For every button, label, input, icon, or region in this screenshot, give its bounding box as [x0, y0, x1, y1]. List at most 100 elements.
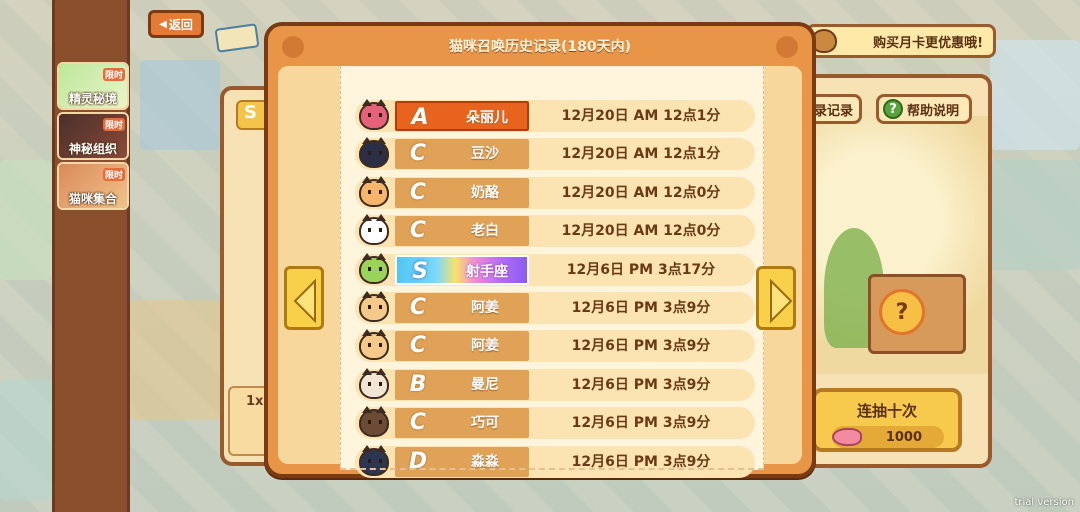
draw-ten-cost-value: 1000	[885, 429, 922, 445]
back-button[interactable]: ◀ 返回	[148, 10, 204, 38]
summon-history-modal: 猫咪召唤历史记录(180天内) A 朵丽儿 12月20日 AM 12点1分 C 豆沙 12…	[264, 22, 816, 478]
cat-eyes	[368, 420, 382, 425]
rank-name-box: C 阿姜	[395, 331, 529, 362]
trial-version-label: trial version	[1014, 497, 1074, 508]
arrow-right-icon	[770, 278, 793, 324]
sidebar-item-label: 精灵秘境	[68, 92, 117, 106]
history-row: C 老白 12月20日 AM 12点0分	[355, 214, 755, 248]
cat-name: 阿姜	[471, 338, 499, 355]
sidebar-item-cat-gathering[interactable]: 限时 猫咪集合	[57, 162, 129, 210]
rank-letter: C	[409, 179, 427, 205]
cat-eyes	[368, 343, 382, 348]
history-row: C 阿姜 12月6日 PM 3点9分	[355, 291, 755, 324]
cat-name: 奶酪	[471, 184, 499, 201]
cat-eyes	[368, 458, 382, 463]
summon-time: 12月6日 PM 3点9分	[571, 338, 711, 355]
summon-time: 12月20日 AM 12点1分	[561, 146, 721, 163]
background-building	[990, 40, 1080, 150]
sidebar-item-spirit-realm[interactable]: 限时 精灵秘境	[57, 62, 129, 110]
summon-time: 12月6日 PM 3点9分	[571, 453, 711, 470]
summon-time: 12月6日 PM 3点17分	[566, 261, 716, 278]
rank-name-box: A 朵丽儿	[395, 101, 529, 131]
modal-title: 猫咪召唤历史记录(180天内)	[282, 32, 798, 62]
mystery-box: ?	[868, 274, 966, 354]
left-sidebar: 限时 精灵秘境 限时 神秘组织 限时 猫咪集合	[52, 0, 130, 512]
draw-ten-label: 连抽十次	[856, 402, 917, 420]
history-row: D 淼淼 12月6日 PM 3点9分	[355, 444, 755, 478]
cat-name: 豆沙	[471, 146, 499, 163]
list-divider	[340, 468, 764, 470]
rank-letter: S	[412, 258, 428, 284]
cat-name: 巧可	[471, 415, 499, 432]
cat-name: 淼淼	[471, 453, 499, 470]
single-draw-label: 1x	[246, 394, 264, 409]
cat-avatar-icon	[359, 214, 389, 246]
history-row: C 阿姜 12月6日 PM 3点9分	[355, 329, 755, 363]
fish-icon	[832, 428, 862, 446]
draw-ten-button[interactable]: 连抽十次 1000	[812, 388, 962, 452]
rank-letter: C	[409, 410, 427, 436]
history-row: S 射手座 12月6日 PM 3点17分	[355, 252, 755, 286]
cat-eyes	[368, 381, 382, 386]
rank-letter: C	[409, 141, 427, 167]
next-page-button[interactable]	[756, 266, 796, 330]
cat-name: 老白	[471, 223, 499, 240]
modal-body: A 朵丽儿 12月20日 AM 12点1分 C 豆沙 12月20日 AM 12点1分 C 奶酪…	[278, 66, 802, 478]
cat-avatar-icon	[359, 252, 389, 284]
summon-time: 12月6日 PM 3点9分	[571, 376, 711, 393]
rank-name-box: C 老白	[395, 216, 529, 247]
history-row: A 朵丽儿 12月20日 AM 12点1分	[355, 99, 755, 132]
rank-letter: C	[409, 295, 427, 320]
cat-avatar-icon	[359, 137, 389, 169]
sidebar-item-secret-org[interactable]: 限时 神秘组织	[57, 112, 129, 160]
help-button[interactable]: ? 帮助说明	[876, 94, 972, 124]
background-building	[0, 380, 52, 500]
cat-name: 阿姜	[471, 300, 499, 316]
summon-time: 12月20日 AM 12点0分	[561, 184, 721, 201]
cat-avatar-icon	[359, 367, 389, 399]
summon-time: 12月6日 PM 3点9分	[571, 415, 711, 432]
rank-name-box: D 淼淼	[395, 446, 529, 477]
help-icon: ?	[883, 99, 903, 119]
history-list[interactable]: A 朵丽儿 12月20日 AM 12点1分 C 豆沙 12月20日 AM 12点1分 C 奶酪…	[340, 66, 764, 478]
cat-eyes	[368, 266, 382, 271]
cat-eyes	[368, 305, 382, 309]
summon-time: 12月6日 PM 3点9分	[571, 300, 711, 316]
cat-eyes	[368, 113, 382, 117]
monthly-card-banner[interactable]: 购买月卡更优惠哦!	[806, 24, 996, 58]
prev-page-button[interactable]	[284, 266, 324, 330]
cat-avatar-icon	[359, 99, 389, 130]
question-mark-icon: ?	[879, 289, 925, 335]
sidebar-item-label: 神秘组织	[68, 142, 117, 156]
limited-badge: 限时	[102, 118, 125, 131]
history-row: C 豆沙 12月20日 AM 12点1分	[355, 137, 755, 171]
background-building	[990, 160, 1080, 270]
cat-avatar-icon	[359, 329, 389, 361]
cat-eyes	[368, 189, 382, 194]
cat-name: 曼尼	[471, 376, 499, 393]
rank-name-box: B 曼尼	[395, 369, 529, 400]
monthly-card-label: 购买月卡更优惠哦!	[873, 35, 983, 51]
cat-eyes	[368, 228, 382, 233]
rank-name-box: C 阿姜	[395, 293, 529, 323]
limited-badge: 限时	[102, 68, 125, 81]
background-building	[0, 160, 52, 280]
rank-letter: B	[409, 371, 427, 397]
rank-letter: C	[409, 218, 427, 244]
summon-time: 12月20日 AM 12点0分	[561, 223, 721, 240]
cat-avatar-icon	[359, 291, 389, 322]
limited-badge: 限时	[102, 168, 125, 181]
rank-name-box: C 奶酪	[395, 177, 529, 208]
record-label: 录记录	[813, 103, 853, 119]
cat-avatar-icon	[359, 406, 389, 438]
background-building	[130, 300, 220, 420]
cat-avatar-icon	[359, 444, 389, 476]
background-building	[140, 60, 220, 150]
back-label: 返回	[168, 17, 193, 32]
rank-letter: D	[408, 448, 428, 474]
cat-name: 朵丽儿	[466, 110, 508, 126]
sidebar-item-label: 猫咪集合	[68, 192, 117, 206]
back-arrow-icon: ◀	[159, 18, 167, 30]
history-row: B 曼尼 12月6日 PM 3点9分	[355, 367, 755, 401]
rank-letter: A	[411, 105, 429, 130]
